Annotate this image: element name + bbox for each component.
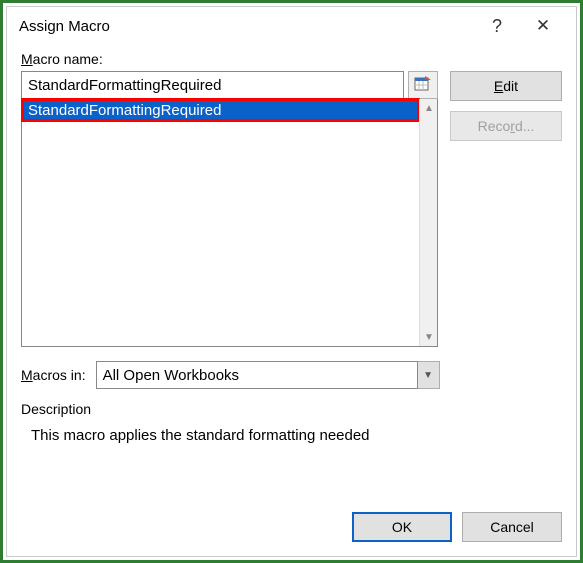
window-title: Assign Macro (19, 18, 110, 35)
macros-in-value: All Open Workbooks (103, 367, 239, 384)
edit-button[interactable]: Edit (450, 71, 562, 101)
description-text: This macro applies the standard formatti… (31, 427, 562, 444)
spreadsheet-icon (414, 75, 432, 96)
chevron-up-icon: ▲ (420, 99, 438, 117)
close-icon: ✕ (536, 16, 550, 36)
list-item[interactable]: StandardFormattingRequired (22, 99, 419, 121)
macro-name-input[interactable] (21, 71, 404, 99)
record-button: Record... (450, 111, 562, 141)
assign-macro-dialog: Assign Macro ? ✕ Macro name: StandardFo (6, 6, 577, 557)
macros-in-label: Macros in: (21, 367, 86, 383)
cancel-button[interactable]: Cancel (462, 512, 562, 542)
list-item-label: StandardFormattingRequired (28, 102, 221, 119)
macros-in-select[interactable]: All Open Workbooks ▼ (96, 361, 440, 389)
help-button[interactable]: ? (474, 10, 520, 42)
macro-name-label: Macro name: (21, 51, 562, 67)
help-icon: ? (492, 16, 502, 37)
chevron-down-icon: ▼ (423, 370, 433, 381)
close-button[interactable]: ✕ (520, 10, 566, 42)
description-label: Description (21, 401, 562, 417)
ok-button[interactable]: OK (352, 512, 452, 542)
reference-button[interactable] (408, 71, 438, 99)
chevron-down-icon: ▼ (420, 328, 438, 346)
macro-list[interactable]: StandardFormattingRequired ▲ ▼ (21, 99, 438, 347)
scrollbar[interactable]: ▲ ▼ (419, 99, 437, 346)
titlebar: Assign Macro ? ✕ (7, 7, 576, 45)
